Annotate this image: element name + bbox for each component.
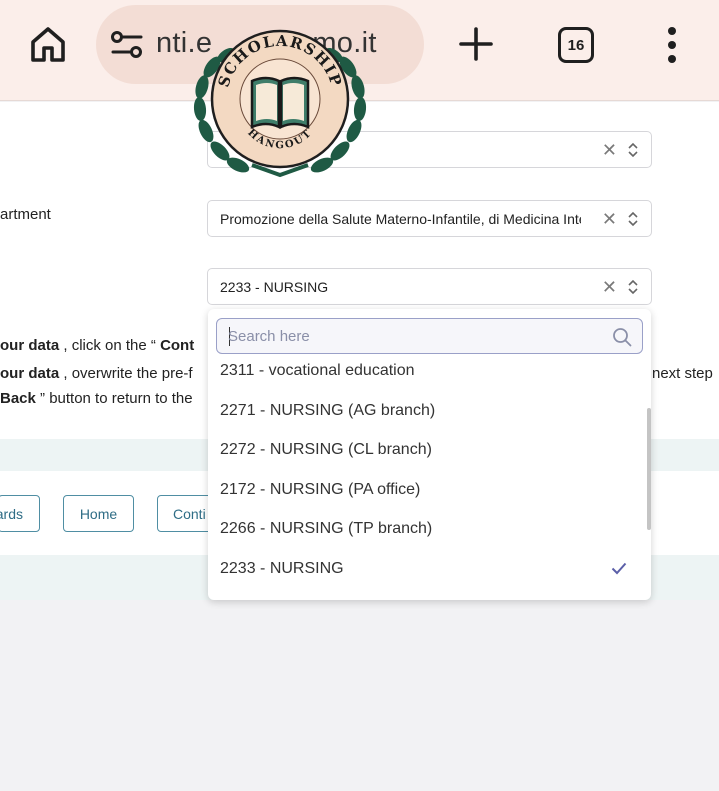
department-select[interactable]: Promozione della Salute Materno-Infantil… bbox=[207, 200, 652, 237]
instruction-line-2: our data , overwrite the pre-f bbox=[0, 365, 193, 382]
search-field[interactable] bbox=[216, 318, 643, 354]
dropdown-option[interactable]: 2266 - NURSING (TP branch) bbox=[208, 509, 644, 548]
dropdown-option[interactable]: 2311 - vocational education bbox=[208, 351, 644, 390]
course-dropdown[interactable]: 2311 - vocational education 2271 - NURSI… bbox=[208, 309, 651, 600]
search-input[interactable] bbox=[228, 319, 598, 353]
instruction-line-3: Back ” button to return to the bbox=[0, 390, 193, 407]
dropdown-option[interactable]: 2272 - NURSING (CL branch) bbox=[208, 430, 644, 469]
select-arrows-icon bbox=[628, 211, 638, 227]
scholarship-hangout-logo: SCHOLARSHIP HANGOUT bbox=[193, 29, 367, 178]
tab-count: 16 bbox=[567, 36, 585, 54]
tab-switcher-button[interactable]: 16 bbox=[558, 27, 594, 63]
home-icon[interactable] bbox=[28, 24, 68, 64]
clear-icon[interactable]: ✕ bbox=[602, 141, 617, 159]
dropdown-scrollbar[interactable] bbox=[647, 408, 651, 530]
select-arrows-icon bbox=[628, 142, 638, 158]
clear-icon[interactable]: ✕ bbox=[602, 210, 617, 228]
overflow-menu-icon[interactable] bbox=[664, 26, 680, 64]
department-label: artment bbox=[0, 206, 51, 223]
clear-icon[interactable]: ✕ bbox=[602, 278, 617, 296]
home-button[interactable]: Home bbox=[63, 495, 134, 532]
course-select[interactable]: 2233 - NURSING ✕ bbox=[207, 268, 652, 305]
dropdown-option[interactable]: 2172 - NURSING (PA office) bbox=[208, 470, 644, 509]
site-settings-icon[interactable] bbox=[110, 30, 144, 60]
instruction-line-1: our data , click on the “ Cont bbox=[0, 337, 195, 354]
check-icon bbox=[611, 562, 627, 575]
dropdown-option[interactable]: 2271 - NURSING (AG branch) bbox=[208, 391, 644, 430]
department-value: Promozione della Salute Materno-Infantil… bbox=[220, 210, 581, 227]
select-arrows-icon bbox=[628, 279, 638, 295]
back-button[interactable]: ards bbox=[0, 495, 40, 532]
search-icon[interactable] bbox=[612, 327, 632, 347]
dropdown-option-selected[interactable]: 2233 - NURSING bbox=[208, 549, 644, 588]
new-tab-icon[interactable] bbox=[458, 26, 494, 62]
instruction-line-2-tail: next step bbox=[652, 365, 713, 382]
course-value: 2233 - NURSING bbox=[220, 278, 329, 295]
